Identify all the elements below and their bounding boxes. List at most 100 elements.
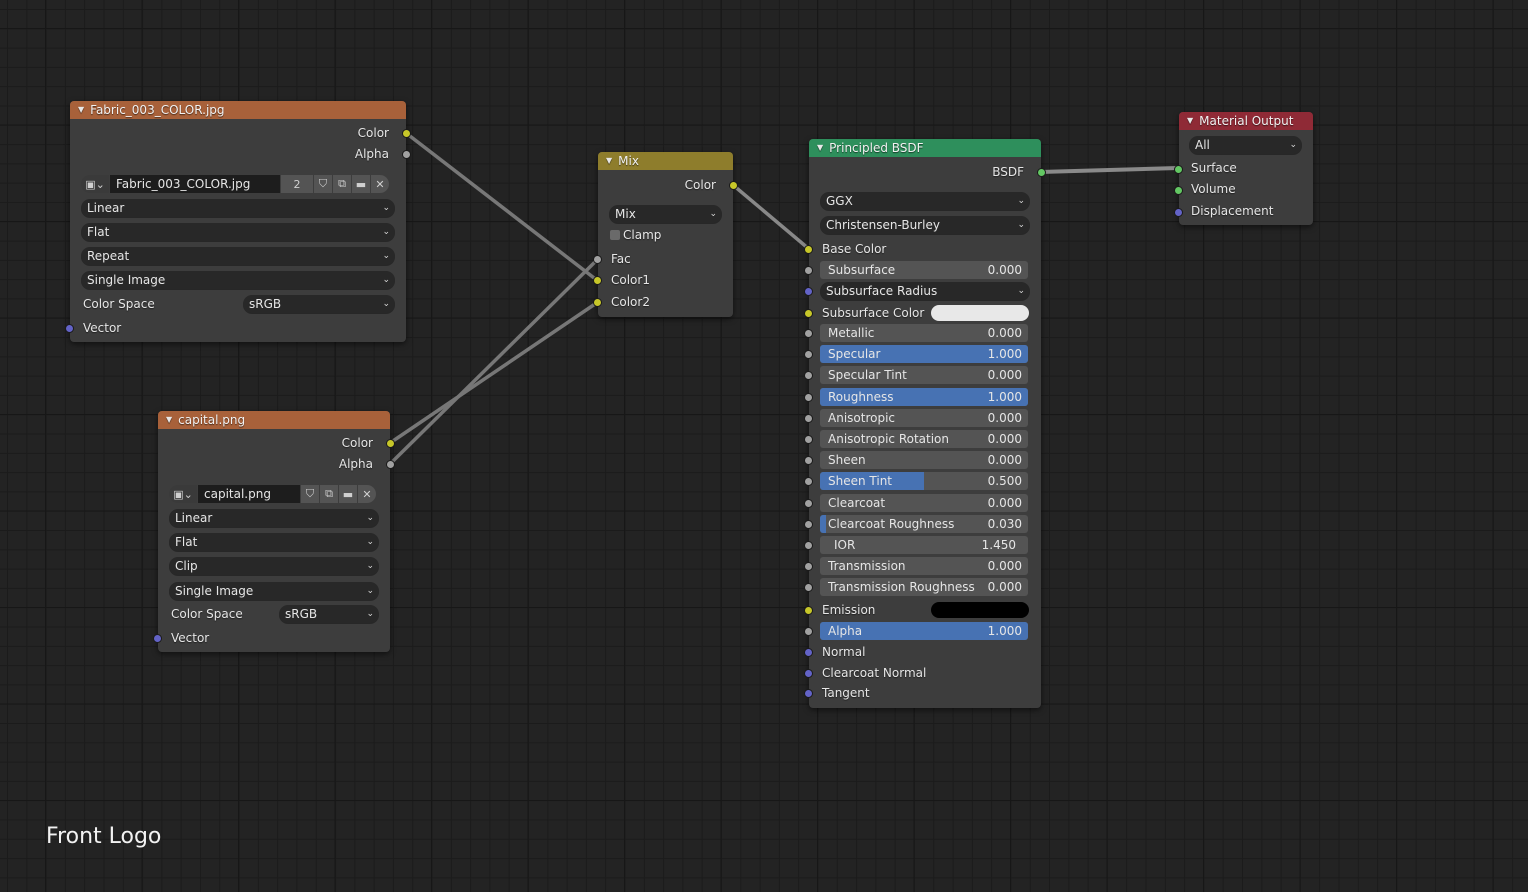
input-socket-color2[interactable] — [593, 298, 602, 307]
image-name-field[interactable]: Fabric_003_COLOR.jpg — [110, 175, 280, 193]
node-header[interactable]: ▼ Principled BSDF — [809, 139, 1041, 157]
source-dropdown[interactable]: Single Image ⌄ — [81, 271, 395, 289]
output-socket-alpha[interactable] — [402, 150, 411, 159]
alpha-slider[interactable]: Alpha 1.000 — [820, 622, 1028, 640]
input-socket-vector[interactable] — [153, 634, 162, 643]
output-socket-color[interactable] — [386, 439, 395, 448]
fake-user-shield-icon[interactable]: ⛉ — [301, 485, 319, 503]
output-socket-bsdf[interactable] — [1037, 168, 1046, 177]
input-socket-clearcoat-normal[interactable] — [804, 669, 813, 678]
blend-type-dropdown[interactable]: Mix ⌄ — [609, 205, 722, 223]
unlink-close-icon[interactable]: ✕ — [358, 485, 376, 503]
input-socket-surface[interactable] — [1174, 165, 1183, 174]
interpolation-dropdown[interactable]: Linear ⌄ — [169, 509, 379, 527]
duplicate-icon[interactable]: ⧉ — [333, 175, 351, 193]
input-socket-base-color[interactable] — [804, 245, 813, 254]
sheen-slider[interactable]: Sheen 0.000 — [820, 451, 1028, 469]
image-browse-icon[interactable]: ▣⌄ — [169, 485, 197, 503]
collapse-triangle-icon[interactable]: ▼ — [166, 411, 172, 429]
input-socket-roughness[interactable] — [804, 393, 813, 402]
node-header[interactable]: ▼ Fabric_003_COLOR.jpg — [70, 101, 406, 119]
unlink-close-icon[interactable]: ✕ — [371, 175, 389, 193]
metallic-slider[interactable]: Metallic 0.000 — [820, 324, 1028, 342]
anisotropic-rotation-slider[interactable]: Anisotropic Rotation 0.000 — [820, 430, 1028, 448]
chevron-down-icon: ⌄ — [366, 586, 374, 596]
input-socket-vector[interactable] — [65, 324, 74, 333]
duplicate-icon[interactable]: ⧉ — [320, 485, 338, 503]
image-name-field[interactable]: capital.png — [198, 485, 300, 503]
input-socket-emission[interactable] — [804, 606, 813, 615]
clearcoat-slider[interactable]: Clearcoat 0.000 — [820, 494, 1028, 512]
extension-dropdown[interactable]: Clip ⌄ — [169, 557, 379, 575]
extension-dropdown[interactable]: Repeat ⌄ — [81, 247, 395, 265]
node-header[interactable]: ▼ Mix — [598, 152, 733, 170]
target-dropdown[interactable]: All ⌄ — [1189, 136, 1302, 154]
input-socket-fac[interactable] — [593, 255, 602, 264]
subsurface-color-swatch[interactable] — [931, 305, 1029, 321]
input-socket-sheen[interactable] — [804, 456, 813, 465]
input-socket-tangent[interactable] — [804, 689, 813, 698]
transmission-roughness-slider[interactable]: Transmission Roughness 0.000 — [820, 578, 1028, 596]
projection-dropdown[interactable]: Flat ⌄ — [81, 223, 395, 241]
image-selector[interactable]: ▣⌄ capital.png ⛉ ⧉ ▬ ✕ — [169, 485, 376, 503]
collapse-triangle-icon[interactable]: ▼ — [606, 152, 612, 170]
fake-user-shield-icon[interactable]: ⛉ — [314, 175, 332, 193]
output-socket-color[interactable] — [402, 129, 411, 138]
source-dropdown[interactable]: Single Image ⌄ — [169, 582, 379, 600]
input-socket-specular-tint[interactable] — [804, 371, 813, 380]
input-socket-alpha[interactable] — [804, 627, 813, 636]
roughness-slider[interactable]: Roughness 1.000 — [820, 388, 1028, 406]
image-texture-node-fabric[interactable]: ▼ Fabric_003_COLOR.jpg Color Alpha ▣⌄ Fa… — [65, 101, 411, 342]
collapse-triangle-icon[interactable]: ▼ — [78, 101, 84, 119]
principled-bsdf-node[interactable]: ▼ Principled BSDF BSDF GGX ⌄ Christensen… — [804, 139, 1046, 708]
distribution-dropdown[interactable]: GGX ⌄ — [820, 192, 1030, 210]
image-browse-icon[interactable]: ▣⌄ — [81, 175, 109, 193]
input-socket-clearcoat-roughness[interactable] — [804, 520, 813, 529]
input-socket-color1[interactable] — [593, 276, 602, 285]
input-socket-normal[interactable] — [804, 648, 813, 657]
image-selector[interactable]: ▣⌄ Fabric_003_COLOR.jpg 2 ⛉ ⧉ ▬ ✕ — [81, 175, 389, 193]
input-socket-anisotropic-rotation[interactable] — [804, 435, 813, 444]
clearcoat-roughness-slider[interactable]: Clearcoat Roughness 0.030 — [820, 515, 1028, 533]
color-space-dropdown[interactable]: sRGB ⌄ — [279, 605, 379, 623]
input-socket-volume[interactable] — [1174, 186, 1183, 195]
input-socket-displacement[interactable] — [1174, 208, 1183, 217]
subsurface-slider[interactable]: Subsurface 0.000 — [820, 261, 1028, 279]
image-users-count[interactable]: 2 — [281, 175, 313, 193]
mix-rgb-node[interactable]: ▼ Mix Color Mix ⌄ Clamp Fac Color1 Color… — [593, 152, 738, 317]
input-socket-specular[interactable] — [804, 350, 813, 359]
transmission-slider[interactable]: Transmission 0.000 — [820, 557, 1028, 575]
input-socket-anisotropic[interactable] — [804, 414, 813, 423]
collapse-triangle-icon[interactable]: ▼ — [817, 139, 823, 157]
input-socket-sheen-tint[interactable] — [804, 477, 813, 486]
anisotropic-slider[interactable]: Anisotropic 0.000 — [820, 409, 1028, 427]
material-output-node[interactable]: ▼ Material Output All ⌄ Surface Volume D… — [1174, 112, 1313, 225]
image-texture-node-capital[interactable]: ▼ capital.png Color Alpha ▣⌄ capital.png… — [153, 411, 395, 652]
output-socket-color[interactable] — [729, 181, 738, 190]
specular-slider[interactable]: Specular 1.000 — [820, 345, 1028, 363]
subsurface-method-dropdown[interactable]: Christensen-Burley ⌄ — [820, 216, 1030, 234]
input-socket-subsurface-color[interactable] — [804, 309, 813, 318]
node-header[interactable]: ▼ capital.png — [158, 411, 390, 429]
input-socket-clearcoat[interactable] — [804, 499, 813, 508]
input-socket-transmission[interactable] — [804, 562, 813, 571]
clamp-checkbox[interactable] — [610, 230, 620, 240]
interpolation-dropdown[interactable]: Linear ⌄ — [81, 199, 395, 217]
input-socket-subsurface[interactable] — [804, 266, 813, 275]
projection-dropdown[interactable]: Flat ⌄ — [169, 533, 379, 551]
output-socket-alpha[interactable] — [386, 460, 395, 469]
collapse-triangle-icon[interactable]: ▼ — [1187, 112, 1193, 130]
open-folder-icon[interactable]: ▬ — [339, 485, 357, 503]
input-socket-subsurface-radius[interactable] — [804, 287, 813, 296]
input-socket-ior[interactable] — [804, 541, 813, 550]
specular-tint-slider[interactable]: Specular Tint 0.000 — [820, 366, 1028, 384]
open-folder-icon[interactable]: ▬ — [352, 175, 370, 193]
color-space-dropdown[interactable]: sRGB ⌄ — [243, 295, 395, 313]
subsurface-radius-dropdown[interactable]: Subsurface Radius ⌄ — [820, 282, 1030, 300]
input-socket-metallic[interactable] — [804, 329, 813, 338]
input-socket-transmission-roughness[interactable] — [804, 583, 813, 592]
node-header[interactable]: ▼ Material Output — [1179, 112, 1313, 130]
ior-slider[interactable]: IOR 1.450 — [820, 536, 1028, 554]
sheen-tint-slider[interactable]: Sheen Tint 0.500 — [820, 472, 1028, 490]
emission-color-swatch[interactable] — [931, 602, 1029, 618]
